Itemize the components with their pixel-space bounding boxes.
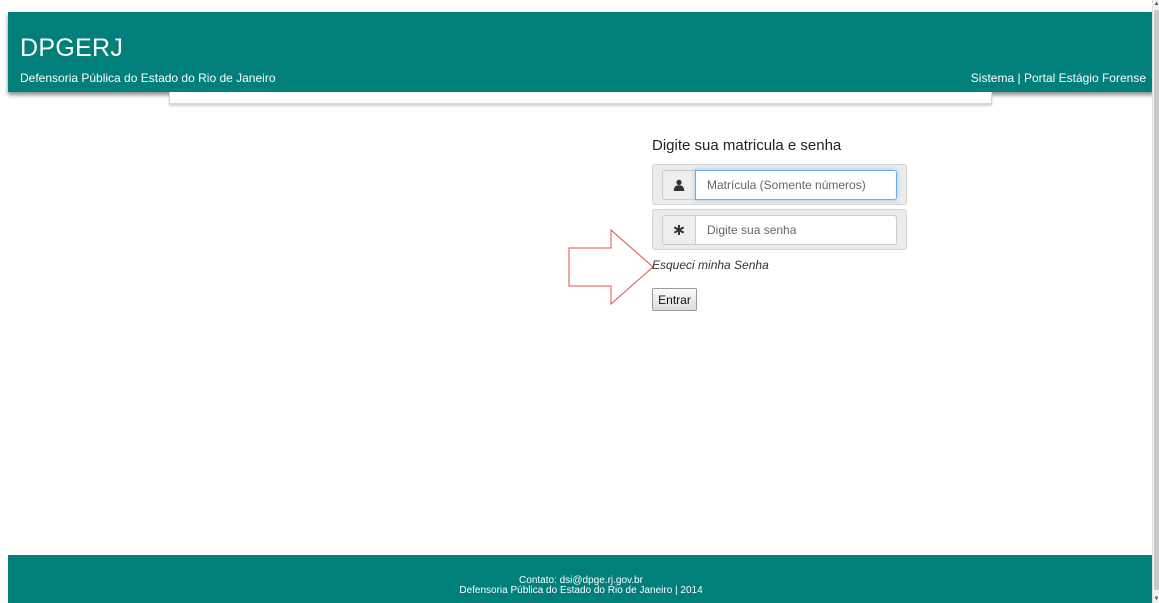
header-links: Sistema | Portal Estágio Forense <box>971 71 1146 85</box>
password-input[interactable] <box>695 215 897 245</box>
site-footer: Contato: dsi@dpge.rj.gov.br Defensoria P… <box>8 555 1154 603</box>
site-subtitle: Defensoria Pública do Estado do Rio de J… <box>20 71 276 85</box>
scroll-up-icon[interactable]: ▲ <box>1153 0 1159 8</box>
scroll-down-icon[interactable]: ▼ <box>1153 595 1159 603</box>
login-title: Digite sua matricula e senha <box>652 137 842 154</box>
matricula-input[interactable] <box>695 170 897 200</box>
site-brand[interactable]: DPGERJ <box>20 34 123 63</box>
vertical-scrollbar[interactable]: ▲ ▼ <box>1152 0 1159 603</box>
nav-link-sistema[interactable]: Sistema <box>971 71 1014 85</box>
enter-button[interactable]: Entrar <box>652 288 697 311</box>
password-group <box>652 209 907 250</box>
content-bar <box>169 92 992 104</box>
nav-separator: | <box>1014 71 1024 85</box>
footer-copyright: Defensoria Pública do Estado do Rio de J… <box>459 585 703 596</box>
forgot-password-link[interactable]: Esqueci minha Senha <box>652 258 769 272</box>
scrollbar-thumb[interactable] <box>1154 10 1159 590</box>
username-group <box>652 164 907 205</box>
top-strip <box>0 0 1159 12</box>
arrow-right-icon <box>568 229 654 305</box>
asterisk-icon <box>662 215 695 245</box>
nav-link-portal-estagio[interactable]: Portal Estágio Forense <box>1024 71 1146 85</box>
user-icon <box>662 170 695 200</box>
site-header: DPGERJ Defensoria Pública do Estado do R… <box>8 12 1154 92</box>
